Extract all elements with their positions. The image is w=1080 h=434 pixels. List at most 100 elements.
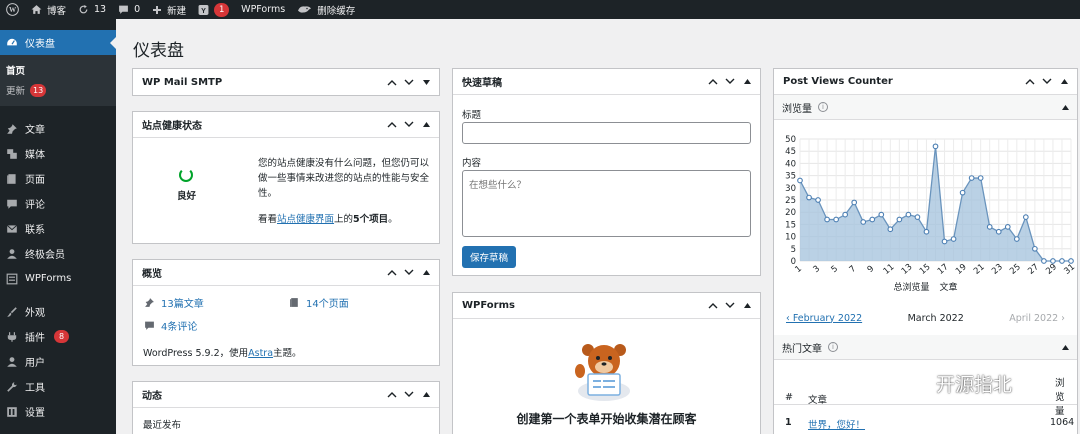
menu-pages[interactable]: 页面 — [0, 166, 116, 191]
menu-posts[interactable]: 文章 — [0, 116, 116, 141]
views-title: 浏览量 — [782, 103, 812, 115]
glance-pages[interactable]: 14个页面 — [289, 295, 349, 310]
row-post-link[interactable]: 世界，您好！ — [808, 417, 865, 431]
submenu-home-label: 首页 — [6, 66, 26, 77]
save-draft-button[interactable]: 保存草稿 — [462, 246, 517, 268]
move-up-icon[interactable] — [1025, 77, 1035, 87]
theme-link[interactable]: Astra — [248, 348, 273, 359]
move-up-icon[interactable] — [387, 268, 397, 278]
move-up-icon[interactable] — [387, 120, 397, 130]
views-subheader[interactable]: 浏览量 i — [774, 95, 1077, 120]
legend-total-views[interactable]: 总浏览量 — [893, 280, 929, 293]
watermark-text: 开源指北 — [936, 374, 1013, 396]
move-up-icon[interactable] — [387, 77, 397, 87]
y-tick-label: 50 — [785, 135, 796, 145]
menu-appearance[interactable]: 外观 — [0, 299, 116, 324]
move-down-icon[interactable] — [404, 77, 414, 87]
svg-text:Y: Y — [201, 6, 206, 14]
move-down-icon[interactable] — [404, 390, 414, 400]
yoast-menu[interactable]: Y 1 — [192, 0, 235, 19]
info-icon[interactable]: i — [828, 342, 838, 352]
glance-pages-link[interactable]: 14个页面 — [306, 295, 349, 310]
envelope-icon — [5, 222, 18, 235]
toggle-collapse-icon[interactable] — [421, 390, 431, 400]
menu-plugins[interactable]: 插件 8 — [0, 324, 116, 349]
data-point — [797, 177, 803, 184]
popular-posts-title: 热门文章 — [782, 343, 822, 355]
submenu-home[interactable]: 首页 — [0, 60, 116, 80]
current-month: March 2022 — [907, 312, 964, 324]
wpforms-label: WPForms — [241, 4, 286, 15]
menu-dashboard[interactable]: 仪表盘 — [0, 30, 116, 55]
menu-wpforms[interactable]: WPForms — [0, 266, 116, 291]
move-down-icon[interactable] — [404, 120, 414, 130]
data-point — [860, 219, 867, 225]
views-chart: 051015202530354045501 3 5 7 9 11 13 15 17 19 21 23 2… — [785, 135, 1077, 277]
clear-cache-menu[interactable]: 删除缓存 — [291, 0, 361, 19]
glance-comments[interactable]: 4条评论 — [144, 318, 197, 333]
legend-posts[interactable]: 文章 — [940, 280, 958, 293]
menu-ultimate-member-label: 终极会员 — [25, 250, 65, 261]
menu-tools[interactable]: 工具 — [0, 374, 116, 399]
x-tick-label: 5 — [830, 264, 841, 275]
data-point — [833, 216, 839, 223]
data-point — [869, 216, 876, 223]
menu-media[interactable]: 媒体 — [0, 141, 116, 166]
yoast-badge: 1 — [214, 2, 230, 17]
pvc-title: Post Views Counter — [783, 76, 893, 87]
settings-icon — [5, 405, 18, 418]
quick-draft-widget: 快速草稿 标题 内容 保存草稿 — [452, 68, 761, 276]
x-tick-label: 25 — [1008, 262, 1023, 277]
yoast-icon: Y — [198, 4, 209, 15]
submenu-updates[interactable]: 更新 13 — [0, 80, 116, 100]
comments-menu[interactable]: 0 — [112, 0, 146, 19]
toggle-expand-icon[interactable] — [421, 77, 431, 87]
glance-posts-link[interactable]: 13篇文章 — [161, 295, 204, 310]
data-point — [950, 236, 957, 242]
draft-title-input[interactable] — [462, 122, 751, 144]
menu-contact[interactable]: 联系 — [0, 216, 116, 241]
toggle-collapse-icon[interactable] — [1059, 77, 1069, 87]
menu-settings[interactable]: 设置 — [0, 399, 116, 424]
site-health-link[interactable]: 站点健康界面 — [277, 214, 334, 225]
data-point — [815, 197, 821, 203]
toggle-collapse-icon[interactable] — [421, 268, 431, 278]
plus-icon — [153, 5, 162, 14]
table-row: 1 世界，您好！ 1064 — [774, 407, 1077, 434]
move-down-icon[interactable] — [1042, 77, 1052, 87]
move-down-icon[interactable] — [404, 268, 414, 278]
menu-comments-label: 评论 — [25, 200, 45, 211]
toggle-collapse-icon[interactable] — [1062, 344, 1069, 350]
toggle-collapse-icon[interactable] — [742, 301, 752, 311]
updates-menu[interactable]: 13 — [72, 0, 112, 19]
draft-content-textarea[interactable] — [462, 170, 751, 237]
toggle-collapse-icon[interactable] — [1062, 104, 1069, 110]
toggle-collapse-icon[interactable] — [742, 77, 752, 87]
info-icon[interactable]: i — [818, 102, 828, 112]
x-tick-label: 11 — [882, 262, 897, 277]
move-down-icon[interactable] — [725, 301, 735, 311]
popular-posts-subheader[interactable]: 热门文章 i — [774, 335, 1077, 360]
wordpress-logo-menu[interactable]: W — [0, 0, 25, 19]
glance-posts[interactable]: 13篇文章 — [144, 295, 204, 310]
menu-comments[interactable]: 评论 — [0, 191, 116, 216]
menu-users[interactable]: 用户 — [0, 349, 116, 374]
move-up-icon[interactable] — [708, 77, 718, 87]
wp-version-prefix: WordPress 5.9.2，使用 — [143, 348, 249, 359]
move-up-icon[interactable] — [708, 301, 718, 311]
menu-ultimate-member[interactable]: 终极会员 — [0, 241, 116, 266]
glance-comments-link[interactable]: 4条评论 — [161, 318, 197, 333]
data-point — [842, 211, 849, 218]
site-name: 博客 — [47, 5, 67, 17]
site-name-menu[interactable]: 博客 — [25, 0, 72, 19]
move-down-icon[interactable] — [725, 77, 735, 87]
next-month-link[interactable]: April 2022 › — [1009, 313, 1065, 324]
health-look-suffix: 。 — [388, 214, 398, 225]
health-status: 良好 — [177, 191, 197, 202]
move-up-icon[interactable] — [387, 390, 397, 400]
wpforms-menu[interactable]: WPForms — [235, 0, 291, 19]
new-content-menu[interactable]: 新建 — [146, 0, 192, 19]
toggle-collapse-icon[interactable] — [421, 120, 431, 130]
menu-media-label: 媒体 — [25, 150, 45, 161]
prev-month-link[interactable]: ‹ February 2022 — [786, 313, 862, 324]
